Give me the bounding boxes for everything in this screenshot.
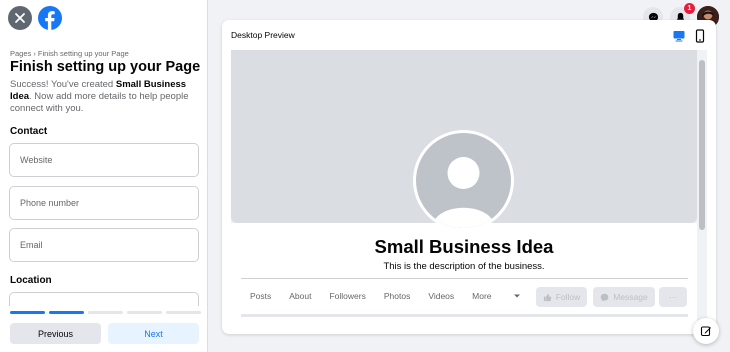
preview-scrollbar[interactable]: [697, 50, 707, 334]
compose-button[interactable]: [693, 318, 719, 344]
setup-panel: Pages › Finish setting up your Page Fini…: [0, 0, 208, 352]
close-icon: [15, 13, 25, 23]
progress-step: [49, 311, 84, 314]
content-strip: [241, 314, 688, 317]
message-label: Message: [613, 292, 648, 302]
edit-icon: [700, 326, 711, 337]
website-input[interactable]: [10, 144, 198, 176]
phone-input[interactable]: [10, 187, 198, 219]
scroll-thumb[interactable]: [699, 60, 705, 230]
location-field-box[interactable]: [9, 292, 199, 306]
messenger-icon: [601, 293, 609, 301]
tab-about[interactable]: About: [289, 291, 311, 301]
progress-step: [166, 311, 201, 314]
preview-title: Desktop Preview: [231, 30, 295, 40]
success-message: Success! You've created Small Business I…: [10, 79, 202, 115]
tab-photos[interactable]: Photos: [384, 291, 410, 301]
tab-videos[interactable]: Videos: [428, 291, 454, 301]
preview-area: Small Business Idea This is the descript…: [231, 50, 707, 334]
business-description: This is the description of the business.: [383, 261, 545, 272]
like-icon: [543, 293, 552, 301]
success-prefix: Success! You've created: [10, 79, 116, 90]
progress-step: [127, 311, 162, 314]
top-icons: [8, 6, 62, 30]
desktop-preview-card: Desktop Preview Small Business Idea This…: [222, 20, 716, 334]
step-progress: [10, 311, 201, 314]
breadcrumb[interactable]: Pages › Finish setting up your Page: [10, 49, 129, 58]
notification-badge: 1: [684, 3, 695, 14]
location-section-label: Location: [10, 275, 52, 286]
tab-more[interactable]: More: [472, 291, 520, 301]
business-name: Small Business Idea: [374, 236, 554, 257]
next-button[interactable]: Next: [108, 323, 199, 344]
follow-button[interactable]: Follow: [536, 287, 587, 307]
tab-followers[interactable]: Followers: [329, 291, 365, 301]
divider: [241, 278, 688, 279]
message-button[interactable]: Message: [593, 287, 655, 307]
email-input[interactable]: [10, 229, 198, 261]
previous-button[interactable]: Previous: [10, 323, 101, 344]
profile-picture: [413, 130, 514, 231]
desktop-view-button[interactable]: [672, 29, 686, 48]
email-field-box: [9, 228, 199, 262]
person-placeholder-icon: [432, 157, 495, 228]
more-actions-button[interactable]: ···: [659, 287, 687, 307]
page-tabs: Posts About Followers Photos Videos More: [250, 291, 539, 301]
close-button[interactable]: [8, 6, 32, 30]
success-suffix: . Now add more details to help people co…: [10, 91, 189, 114]
mobile-icon: [695, 29, 705, 43]
tab-posts[interactable]: Posts: [250, 291, 271, 301]
tab-more-label: More: [472, 291, 492, 301]
desktop-icon: [673, 31, 685, 42]
contact-section-label: Contact: [10, 126, 48, 137]
follow-label: Follow: [555, 292, 581, 302]
page-title: Finish setting up your Page: [10, 59, 201, 75]
facebook-logo-icon[interactable]: [38, 6, 62, 30]
progress-step: [10, 311, 45, 314]
mobile-view-button[interactable]: [694, 29, 706, 48]
caret-down-icon: [513, 294, 520, 298]
phone-field-box: [9, 186, 199, 220]
progress-step: [88, 311, 123, 314]
website-field-box: [9, 143, 199, 177]
